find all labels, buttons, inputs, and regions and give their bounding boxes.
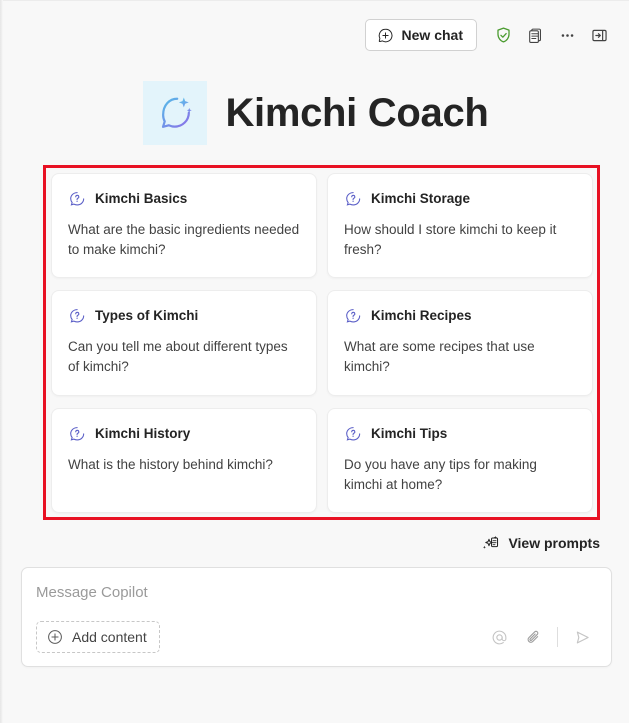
prompt-card-title: Kimchi Storage <box>371 190 471 206</box>
prompt-card-title: Kimchi Basics <box>95 190 188 206</box>
more-options-icon <box>558 26 577 45</box>
prompt-card-header: Types of Kimchi <box>68 307 300 325</box>
highlight-outline: Kimchi Basics What are the basic ingredi… <box>43 165 600 521</box>
composer-toolbar: Add content <box>36 621 597 654</box>
prompt-card[interactable]: Kimchi Recipes What are some recipes tha… <box>327 290 593 396</box>
chat-question-icon <box>68 425 86 443</box>
composer-divider <box>557 627 558 648</box>
prompt-card-title: Types of Kimchi <box>95 308 199 324</box>
attach-icon <box>524 628 543 647</box>
prompt-card-title: Kimchi Tips <box>371 425 448 441</box>
add-content-label: Add content <box>72 629 147 646</box>
prompt-card[interactable]: Types of Kimchi Can you tell me about di… <box>51 290 317 396</box>
chat-question-icon <box>68 190 86 208</box>
prompt-card[interactable]: Kimchi Tips Do you have any tips for mak… <box>327 407 593 514</box>
prompt-card-body: Can you tell me about different types of… <box>68 339 288 375</box>
prompt-card-body: What are the basic ingredients needed to… <box>68 222 300 257</box>
page-title: Kimchi Coach <box>225 91 489 135</box>
send-icon-button[interactable] <box>567 622 597 652</box>
hero-header: Kimchi Coach <box>3 81 629 145</box>
notes-icon <box>526 26 545 45</box>
prompt-card[interactable]: Kimchi Basics What are the basic ingredi… <box>51 173 317 279</box>
view-prompts-row: View prompts <box>3 520 629 556</box>
chat-sparkle-icon <box>154 92 196 134</box>
shield-check-icon-button[interactable] <box>487 19 519 51</box>
chat-add-icon <box>377 27 394 44</box>
composer-region: Add content <box>21 567 612 668</box>
view-prompts-label: View prompts <box>508 534 600 551</box>
prompt-suggestions-region: Kimchi Basics What are the basic ingredi… <box>43 165 600 521</box>
prompt-card-header: Kimchi Recipes <box>344 307 576 325</box>
app-icon-container <box>143 81 208 145</box>
prompt-card-header: Kimchi Storage <box>344 190 576 208</box>
collapse-panel-icon <box>590 26 609 45</box>
message-composer[interactable]: Add content <box>21 567 612 668</box>
chat-question-icon <box>68 307 86 325</box>
prompt-sparkle-icon <box>481 533 500 552</box>
prompt-card-header: Kimchi History <box>68 425 300 443</box>
chat-question-icon <box>344 307 362 325</box>
composer-actions <box>484 622 597 652</box>
prompt-card-body: How should I store kimchi to keep it fre… <box>344 222 557 257</box>
prompt-card[interactable]: Kimchi Storage How should I store kimchi… <box>327 173 593 279</box>
view-prompts-button[interactable]: View prompts <box>479 529 602 556</box>
prompt-card-body: What is the history behind kimchi? <box>68 456 273 472</box>
copilot-side-panel: New chat Kimchi Coach Kimchi Basics What… <box>3 1 629 723</box>
prompt-card-title: Kimchi History <box>95 425 191 441</box>
send-icon <box>573 628 592 647</box>
prompt-card-header: Kimchi Basics <box>68 190 300 208</box>
add-content-button[interactable]: Add content <box>36 621 160 654</box>
prompt-card-body: Do you have any tips for making kimchi a… <box>344 456 537 492</box>
prompt-card-header: Kimchi Tips <box>344 425 576 443</box>
chat-question-icon <box>344 190 362 208</box>
attach-icon-button[interactable] <box>518 622 548 652</box>
prompt-card-body: What are some recipes that use kimchi? <box>344 339 535 375</box>
prompt-card-title: Kimchi Recipes <box>371 308 472 324</box>
collapse-panel-icon-button[interactable] <box>583 19 615 51</box>
message-input[interactable] <box>36 584 597 622</box>
new-chat-label: New chat <box>401 27 463 43</box>
new-chat-button[interactable]: New chat <box>364 19 477 51</box>
plus-circle-icon <box>46 628 64 646</box>
shield-check-icon <box>494 26 513 45</box>
more-options-icon-button[interactable] <box>551 19 583 51</box>
toolbar: New chat <box>3 1 629 69</box>
chat-question-icon <box>344 425 362 443</box>
notes-icon-button[interactable] <box>519 19 551 51</box>
prompt-card-grid: Kimchi Basics What are the basic ingredi… <box>51 173 593 514</box>
mention-icon-button[interactable] <box>484 622 514 652</box>
prompt-card[interactable]: Kimchi History What is the history behin… <box>51 407 317 514</box>
mention-icon <box>490 628 509 647</box>
